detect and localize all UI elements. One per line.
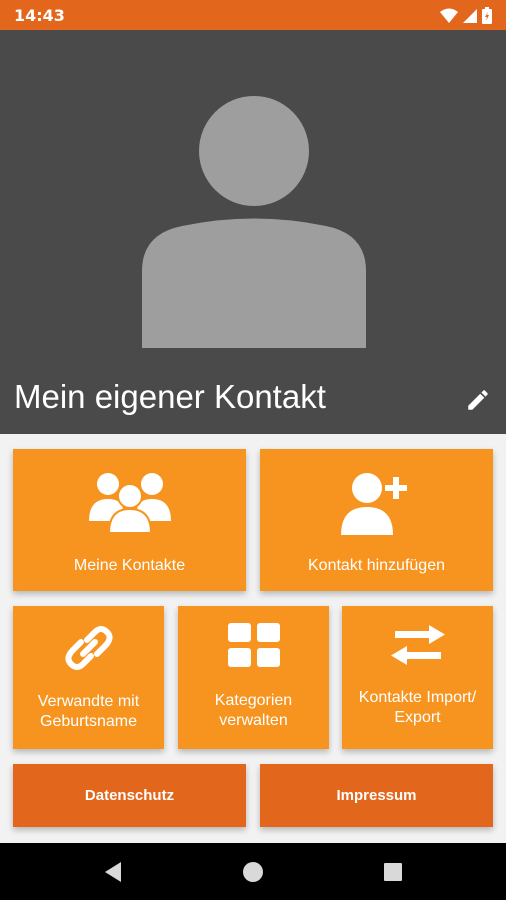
edit-button[interactable] [460,382,496,418]
imprint-button[interactable]: Impressum [260,764,493,827]
wifi-icon [440,8,458,29]
grid-icon [227,623,280,667]
add-person-icon [340,473,407,535]
status-bar: 14:43 [0,0,506,30]
tile-label: Verwandte mit Geburtsname [37,693,140,730]
back-button[interactable] [98,857,128,887]
categories-button[interactable]: Kategorien verwalten [178,606,329,749]
pencil-icon [468,390,488,410]
tile-label: Kontakt hinzufügen [308,557,445,574]
tile-label: Kontakte Import/ Export [358,689,477,726]
avatar-placeholder-icon [142,96,366,348]
status-time: 14:43 [14,6,65,25]
tile-label: Datenschutz [84,786,175,804]
navigation-bar [0,843,506,900]
home-icon [243,862,263,882]
signal-icon [463,8,477,29]
import-export-button[interactable]: Kontakte Import/ Export [342,606,493,749]
tile-label: Meine Kontakte [73,557,186,574]
back-icon [105,862,121,882]
recents-icon [384,863,402,881]
battery-icon [482,7,492,29]
privacy-button[interactable]: Datenschutz [13,764,246,827]
tile-label: Kategorien verwalten [214,692,293,729]
recents-button[interactable] [378,857,408,887]
profile-header[interactable]: Mein eigener Kontakt [0,30,506,434]
my-contacts-button[interactable]: Meine Kontakte [13,449,246,591]
page-title: Mein eigener Kontakt [14,378,326,415]
relatives-button[interactable]: Verwandte mit Geburtsname [13,606,164,749]
group-icon [88,473,171,533]
tile-label: Impressum [336,786,417,804]
link-icon [64,626,113,670]
swap-arrows-icon [390,625,445,665]
add-contact-button[interactable]: Kontakt hinzufügen [260,449,493,591]
home-button[interactable] [238,857,268,887]
